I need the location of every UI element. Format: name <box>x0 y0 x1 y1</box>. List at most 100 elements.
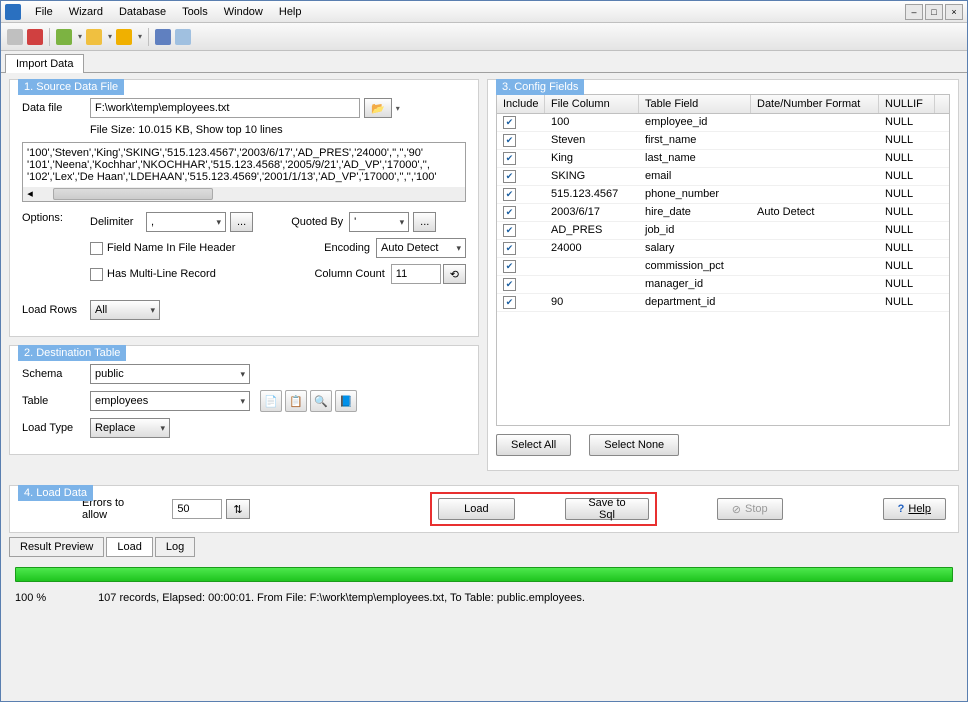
toolbar-drop-3[interactable]: ▾ <box>78 32 82 41</box>
table-action-2[interactable]: 📋 <box>285 390 307 412</box>
close-button[interactable]: × <box>945 4 963 20</box>
minimize-button[interactable]: – <box>905 4 923 20</box>
toolbar-icon-5[interactable] <box>116 29 132 45</box>
input-column-count[interactable] <box>391 264 441 284</box>
select-delimiter[interactable]: , <box>146 212 226 232</box>
refresh-column-count[interactable]: ⟲ <box>443 264 466 284</box>
col-nullif[interactable]: NULLIF <box>879 95 935 113</box>
toolbar-icon-4[interactable] <box>86 29 102 45</box>
tab-load[interactable]: Load <box>106 537 152 557</box>
cell-nullif: NULL <box>879 150 935 167</box>
cell-file-column: 2003/6/17 <box>545 204 639 221</box>
tabstrip: Import Data <box>1 51 967 73</box>
status-percent: 100 % <box>15 592 95 604</box>
col-date-format[interactable]: Date/Number Format <box>751 95 879 113</box>
cell-file-column: 515.123.4567 <box>545 186 639 203</box>
col-table-field[interactable]: Table Field <box>639 95 751 113</box>
row-checkbox[interactable]: ✔ <box>503 224 516 237</box>
menu-file[interactable]: File <box>27 4 61 20</box>
cell-nullif: NULL <box>879 258 935 275</box>
restore-button[interactable]: □ <box>925 4 943 20</box>
select-all-button[interactable]: Select All <box>496 434 571 456</box>
select-encoding[interactable]: Auto Detect <box>376 238 466 258</box>
config-row[interactable]: ✔SKINGemailNULL <box>497 168 949 186</box>
load-button[interactable]: Load <box>438 498 516 520</box>
config-row[interactable]: ✔manager_idNULL <box>497 276 949 294</box>
preview-scrollbar[interactable]: ◂ <box>23 187 465 201</box>
table-action-4[interactable]: 📘 <box>335 390 357 412</box>
highlighted-actions: Load Save to Sql <box>430 492 657 526</box>
cell-file-column: 100 <box>545 114 639 131</box>
toolbar-drop-4[interactable]: ▾ <box>108 32 112 41</box>
cell-nullif: NULL <box>879 240 935 257</box>
toolbar-icon-7[interactable] <box>175 29 191 45</box>
select-none-button[interactable]: Select None <box>589 434 679 456</box>
save-to-sql-button[interactable]: Save to Sql <box>565 498 649 520</box>
browse-dropdown[interactable]: ▾ <box>396 104 400 113</box>
config-row[interactable]: ✔commission_pctNULL <box>497 258 949 276</box>
app-icon <box>5 4 21 20</box>
cell-file-column: 24000 <box>545 240 639 257</box>
toolbar-icon-3[interactable] <box>56 29 72 45</box>
checkbox-multiline[interactable] <box>90 268 103 281</box>
config-row[interactable]: ✔Kinglast_nameNULL <box>497 150 949 168</box>
input-data-file[interactable] <box>90 98 360 118</box>
config-row[interactable]: ✔AD_PRESjob_idNULL <box>497 222 949 240</box>
delimiter-more[interactable]: ... <box>230 212 253 232</box>
menu-help[interactable]: Help <box>271 4 310 20</box>
errors-spin[interactable]: ⇅ <box>226 499 249 519</box>
menu-tools[interactable]: Tools <box>174 4 216 20</box>
row-checkbox[interactable]: ✔ <box>503 152 516 165</box>
toolbar-icon-1[interactable] <box>7 29 23 45</box>
row-checkbox[interactable]: ✔ <box>503 260 516 273</box>
menu-database[interactable]: Database <box>111 4 174 20</box>
config-row[interactable]: ✔90department_idNULL <box>497 294 949 312</box>
quoted-more[interactable]: ... <box>413 212 436 232</box>
toolbar: ▾ ▾ ▾ <box>1 23 967 51</box>
input-errors[interactable] <box>172 499 222 519</box>
row-checkbox[interactable]: ✔ <box>503 188 516 201</box>
label-options: Options: <box>22 212 90 224</box>
cell-table-field: job_id <box>639 222 751 239</box>
menu-window[interactable]: Window <box>216 4 271 20</box>
toolbar-icon-2[interactable] <box>27 29 43 45</box>
row-checkbox[interactable]: ✔ <box>503 134 516 147</box>
toolbar-icon-6[interactable] <box>155 29 171 45</box>
config-row[interactable]: ✔Stevenfirst_nameNULL <box>497 132 949 150</box>
col-file-column[interactable]: File Column <box>545 95 639 113</box>
config-row[interactable]: ✔515.123.4567phone_numberNULL <box>497 186 949 204</box>
select-schema[interactable]: public <box>90 364 250 384</box>
select-load-type[interactable]: Replace <box>90 418 170 438</box>
tab-log[interactable]: Log <box>155 537 195 557</box>
tab-import-data[interactable]: Import Data <box>5 54 84 73</box>
config-row[interactable]: ✔2003/6/17hire_dateAuto DetectNULL <box>497 204 949 222</box>
browse-button[interactable]: 📂 <box>364 98 392 118</box>
menu-wizard[interactable]: Wizard <box>61 4 111 20</box>
row-checkbox[interactable]: ✔ <box>503 296 516 309</box>
help-button[interactable]: ?Help <box>883 498 946 520</box>
stop-button[interactable]: ⊘Stop <box>717 498 783 520</box>
select-table[interactable]: employees <box>90 391 250 411</box>
row-checkbox[interactable]: ✔ <box>503 170 516 183</box>
table-action-1[interactable]: 📄 <box>260 390 282 412</box>
config-row[interactable]: ✔24000salaryNULL <box>497 240 949 258</box>
table-action-3[interactable]: 🔍 <box>310 390 332 412</box>
select-load-rows[interactable]: All <box>90 300 160 320</box>
row-checkbox[interactable]: ✔ <box>503 116 516 129</box>
toolbar-drop-5[interactable]: ▾ <box>138 32 142 41</box>
cell-table-field: phone_number <box>639 186 751 203</box>
row-checkbox[interactable]: ✔ <box>503 242 516 255</box>
row-checkbox[interactable]: ✔ <box>503 278 516 291</box>
config-row[interactable]: ✔100employee_idNULL <box>497 114 949 132</box>
checkbox-field-name-header[interactable] <box>90 242 103 255</box>
row-checkbox[interactable]: ✔ <box>503 206 516 219</box>
cell-file-column: SKING <box>545 168 639 185</box>
tab-result-preview[interactable]: Result Preview <box>9 537 104 557</box>
cell-nullif: NULL <box>879 132 935 149</box>
preview-box: '100','Steven','King','SKING','515.123.4… <box>22 142 466 202</box>
label-file-size: File Size: 10.015 KB, Show top 10 lines <box>90 124 283 136</box>
select-quoted-by[interactable]: ' <box>349 212 409 232</box>
col-include[interactable]: Include <box>497 95 545 113</box>
cell-nullif: NULL <box>879 168 935 185</box>
panel-config: 3. Config Fields Include File Column Tab… <box>487 79 959 471</box>
